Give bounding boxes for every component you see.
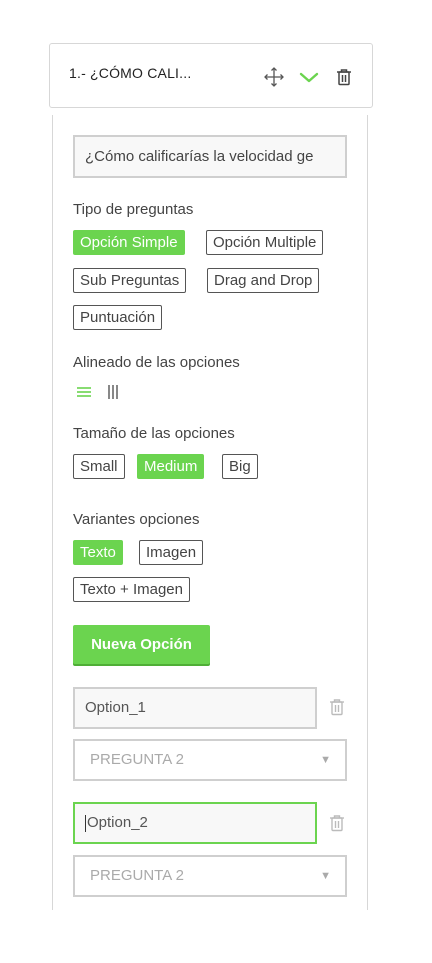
type-score[interactable]: Puntuación bbox=[73, 305, 163, 330]
dropdown-arrow-icon: ▼ bbox=[320, 754, 331, 766]
size-small[interactable]: Small bbox=[73, 454, 125, 479]
trash-icon[interactable] bbox=[329, 698, 345, 716]
move-icon[interactable] bbox=[263, 66, 285, 88]
select-value: PREGUNTA 2 bbox=[90, 867, 184, 884]
option-input[interactable]: Option_2 bbox=[73, 802, 317, 844]
size-big[interactable]: Big bbox=[222, 454, 258, 479]
question-header[interactable]: 1.- ¿CÓMO CALI... bbox=[49, 43, 373, 108]
variants-label: Variantes opciones bbox=[73, 511, 200, 528]
type-option-simple[interactable]: Opción Simple bbox=[73, 230, 185, 255]
chevron-down-icon[interactable] bbox=[298, 66, 320, 88]
type-sub-questions[interactable]: Sub Preguntas bbox=[73, 268, 187, 293]
variant-text-image[interactable]: Texto + Imagen bbox=[73, 577, 190, 602]
question-title: 1.- ¿CÓMO CALI... bbox=[69, 65, 192, 81]
new-option-button[interactable]: Nueva Opción bbox=[73, 625, 210, 664]
type-drag-and-drop[interactable]: Drag and Drop bbox=[207, 268, 320, 293]
option-value: Option_2 bbox=[87, 814, 148, 831]
alignment-label: Alineado de las opciones bbox=[73, 354, 240, 371]
option-target-select[interactable]: PREGUNTA 2 ▼ bbox=[73, 855, 347, 897]
question-text-input[interactable]: ¿Cómo calificarías la velocidad ge bbox=[73, 135, 347, 178]
size-medium[interactable]: Medium bbox=[137, 454, 205, 479]
variant-text[interactable]: Texto bbox=[73, 540, 123, 565]
select-value: PREGUNTA 2 bbox=[90, 751, 184, 768]
trash-icon[interactable] bbox=[333, 66, 355, 88]
option-value: Option_1 bbox=[85, 699, 146, 716]
option-input[interactable]: Option_1 bbox=[73, 687, 317, 729]
trash-icon[interactable] bbox=[329, 814, 345, 832]
question-type-label: Tipo de preguntas bbox=[73, 201, 194, 218]
dropdown-arrow-icon: ▼ bbox=[320, 870, 331, 882]
variant-image[interactable]: Imagen bbox=[139, 540, 204, 565]
text-caret bbox=[85, 814, 86, 832]
type-option-multiple[interactable]: Opción Multiple bbox=[206, 230, 324, 255]
size-label: Tamaño de las opciones bbox=[73, 425, 235, 442]
option-target-select[interactable]: PREGUNTA 2 ▼ bbox=[73, 739, 347, 781]
horizontal-lines-icon[interactable] bbox=[76, 385, 92, 399]
vertical-lines-icon[interactable] bbox=[106, 385, 122, 399]
